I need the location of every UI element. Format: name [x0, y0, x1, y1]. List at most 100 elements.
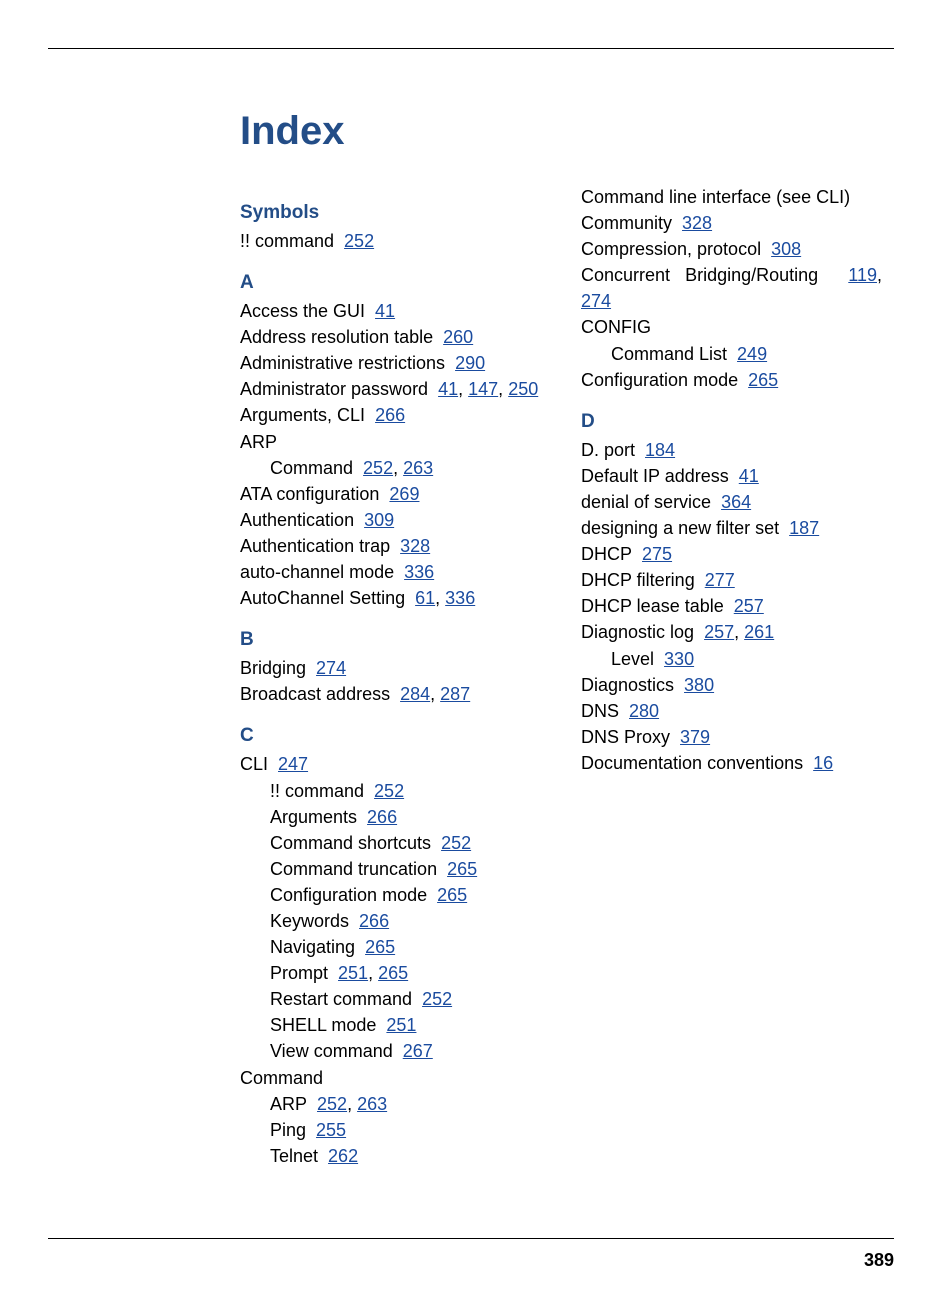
index-entry: CLI 247 — [240, 751, 541, 777]
page-link[interactable]: 308 — [771, 239, 801, 259]
section-heading: C — [240, 725, 541, 747]
index-entry: Access the GUI 41 — [240, 298, 541, 324]
page-link[interactable]: 249 — [737, 344, 767, 364]
page-link[interactable]: 257 — [704, 622, 734, 642]
page-link[interactable]: 265 — [748, 370, 778, 390]
page-link[interactable]: 287 — [440, 684, 470, 704]
page-link[interactable]: 263 — [357, 1094, 387, 1114]
index-entry-text: CLI — [240, 754, 278, 774]
index-entry: DNS 280 — [581, 698, 882, 724]
index-entry-text: Diagnostic log — [581, 622, 704, 642]
index-entry: Command List 249 — [581, 341, 882, 367]
page-link[interactable]: 328 — [682, 213, 712, 233]
page-link[interactable]: 265 — [378, 963, 408, 983]
page-link[interactable]: 251 — [386, 1015, 416, 1035]
page-link[interactable]: 262 — [328, 1146, 358, 1166]
index-entry: Level 330 — [581, 646, 882, 672]
index-entry: Documentation conventions 16 — [581, 750, 882, 776]
index-entry: Administrative restrictions 290 — [240, 350, 541, 376]
page-link[interactable]: 252 — [363, 458, 393, 478]
index-entry-text: Concurrent Bridging/Routing — [581, 265, 848, 285]
page-link[interactable]: 247 — [278, 754, 308, 774]
page-link[interactable]: 251 — [338, 963, 368, 983]
page-link[interactable]: 277 — [705, 570, 735, 590]
page-link[interactable]: 252 — [317, 1094, 347, 1114]
index-entry: auto-channel mode 336 — [240, 559, 541, 585]
index-entry-text: SHELL mode — [270, 1015, 386, 1035]
page-link[interactable]: 261 — [744, 622, 774, 642]
index-entry: Authentication trap 328 — [240, 533, 541, 559]
index-entry: Compression, protocol 308 — [581, 236, 882, 262]
page-link[interactable]: 379 — [680, 727, 710, 747]
page-link[interactable]: 290 — [455, 353, 485, 373]
page-link[interactable]: 336 — [404, 562, 434, 582]
page-link[interactable]: 41 — [375, 301, 395, 321]
page-link[interactable]: 380 — [684, 675, 714, 695]
index-entry-text: ARP — [240, 432, 277, 452]
index-entry-text: Command — [240, 1068, 323, 1088]
index-entry-text: Broadcast address — [240, 684, 400, 704]
page-link[interactable]: 260 — [443, 327, 473, 347]
page-link[interactable]: 266 — [367, 807, 397, 827]
index-entry-text: Command shortcuts — [270, 833, 441, 853]
page-link[interactable]: 274 — [316, 658, 346, 678]
index-entry-text: View command — [270, 1041, 403, 1061]
separator: , — [734, 622, 744, 642]
page-link[interactable]: 267 — [403, 1041, 433, 1061]
page-link[interactable]: 41 — [739, 466, 759, 486]
page-link[interactable]: 275 — [642, 544, 672, 564]
index-entry-text: DNS — [581, 701, 629, 721]
page-link[interactable]: 269 — [389, 484, 419, 504]
index-entry: Diagnostic log 257, 261 — [581, 619, 882, 645]
page-link[interactable]: 263 — [403, 458, 433, 478]
page-link[interactable]: 119 — [848, 265, 877, 285]
index-entry-text: Authentication — [240, 510, 364, 530]
page-link[interactable]: 284 — [400, 684, 430, 704]
index-columns: Symbols!! command 252AAccess the GUI 41A… — [240, 184, 882, 1174]
page-link[interactable]: 265 — [447, 859, 477, 879]
index-entry-text: Telnet — [270, 1146, 328, 1166]
page-link[interactable]: 16 — [813, 753, 833, 773]
index-entry-text: denial of service — [581, 492, 721, 512]
page-link[interactable]: 187 — [789, 518, 819, 538]
page-title: Index — [240, 109, 882, 154]
page-link[interactable]: 364 — [721, 492, 751, 512]
index-entry: !! command 252 — [240, 778, 541, 804]
page-link[interactable]: 309 — [364, 510, 394, 530]
index-entry-text: Administrative restrictions — [240, 353, 455, 373]
page-link[interactable]: 252 — [374, 781, 404, 801]
separator: , — [430, 684, 440, 704]
index-entry: Telnet 262 — [240, 1143, 541, 1169]
index-entry-text: DHCP filtering — [581, 570, 705, 590]
page-link[interactable]: 328 — [400, 536, 430, 556]
page-link[interactable]: 266 — [375, 405, 405, 425]
index-entry-text: Authentication trap — [240, 536, 400, 556]
page-link[interactable]: 252 — [441, 833, 471, 853]
page-link[interactable]: 265 — [437, 885, 467, 905]
page-link[interactable]: 257 — [734, 596, 764, 616]
index-entry: Configuration mode 265 — [240, 882, 541, 908]
separator: , — [347, 1094, 357, 1114]
page-link[interactable]: 265 — [365, 937, 395, 957]
page-link[interactable]: 255 — [316, 1120, 346, 1140]
page-link[interactable]: 280 — [629, 701, 659, 721]
page-link[interactable]: 41 — [438, 379, 458, 399]
page-link[interactable]: 274 — [581, 291, 611, 311]
page-link[interactable]: 266 — [359, 911, 389, 931]
page-link[interactable]: 250 — [508, 379, 538, 399]
page-link[interactable]: 252 — [344, 231, 374, 251]
index-entry-text: Bridging — [240, 658, 316, 678]
index-entry-text: DNS Proxy — [581, 727, 680, 747]
page-link[interactable]: 336 — [445, 588, 475, 608]
index-entry: Diagnostics 380 — [581, 672, 882, 698]
page-link[interactable]: 184 — [645, 440, 675, 460]
page-link[interactable]: 147 — [468, 379, 498, 399]
page-link[interactable]: 330 — [664, 649, 694, 669]
index-entry: Prompt 251, 265 — [240, 960, 541, 986]
index-entry-text: Command truncation — [270, 859, 447, 879]
index-entry: Keywords 266 — [240, 908, 541, 934]
page-link[interactable]: 252 — [422, 989, 452, 1009]
page-link[interactable]: 61 — [415, 588, 435, 608]
index-entry: Command 252, 263 — [240, 455, 541, 481]
index-entry: CONFIG — [581, 314, 882, 340]
